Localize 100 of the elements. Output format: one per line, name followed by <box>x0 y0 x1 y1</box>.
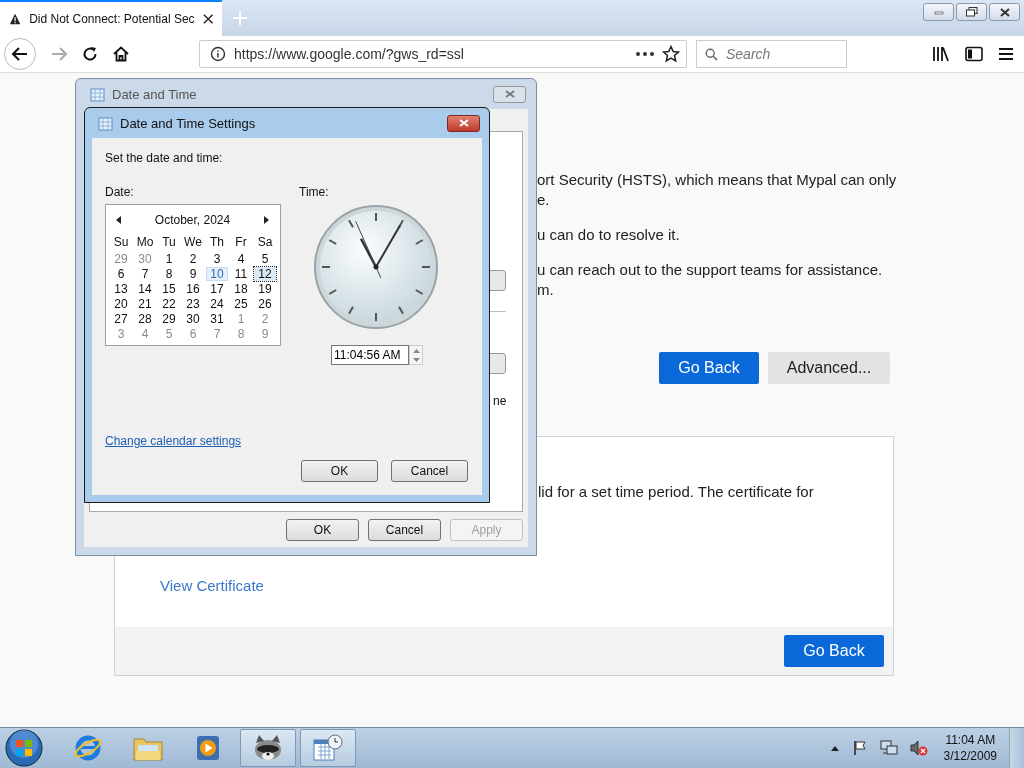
warning-icon <box>9 12 22 26</box>
window-title: Date and Time Settings <box>120 115 256 131</box>
calendar-day[interactable]: 6 <box>182 326 204 341</box>
start-button[interactable] <box>4 728 44 768</box>
change-calendar-settings-link[interactable]: Change calendar settings <box>105 434 242 448</box>
body-text: m. <box>537 280 555 300</box>
raccoon-taskbar-button[interactable] <box>240 729 296 767</box>
calendar-day[interactable]: 26 <box>254 296 276 311</box>
close-icon <box>504 90 515 98</box>
window-title: Date and Time <box>112 86 197 102</box>
calendar-day[interactable]: 5 <box>254 251 276 266</box>
body-text: u can do to resolve it. <box>537 225 681 245</box>
dialog-button[interactable]: Cancel <box>391 460 468 482</box>
calendar-day[interactable]: 2 <box>182 251 204 266</box>
calendar-day[interactable]: 27 <box>110 311 132 326</box>
advanced-button[interactable]: Advanced... <box>768 352 890 384</box>
time-spinner[interactable] <box>409 345 423 365</box>
calendar-day[interactable]: 14 <box>134 281 156 296</box>
restore-icon <box>965 7 978 17</box>
calendar-day[interactable]: 22 <box>158 296 180 311</box>
dialog-button[interactable]: OK <box>301 460 378 482</box>
calendar-taskbar-button[interactable] <box>300 729 356 767</box>
address-bar[interactable]: https://www.google.com/?gws_rd=ssl <box>199 40 687 68</box>
weekday-label: Tu <box>161 235 177 250</box>
calendar-day[interactable]: 13 <box>110 281 132 296</box>
library-icon[interactable] <box>932 46 950 62</box>
time-field[interactable]: 11:04:56 AM <box>331 345 409 365</box>
star-icon[interactable] <box>662 45 680 63</box>
close-button[interactable] <box>989 3 1020 21</box>
back-arrow-icon <box>12 47 28 61</box>
calendar-day[interactable]: 4 <box>134 326 156 341</box>
calendar-day[interactable]: 8 <box>230 326 252 341</box>
globe-icon <box>73 733 103 763</box>
calendar-day[interactable]: 15 <box>158 281 180 296</box>
calendar-day[interactable]: 7 <box>134 266 156 281</box>
calendar-day[interactable]: 30 <box>134 251 156 266</box>
calendar-day[interactable]: 21 <box>134 296 156 311</box>
label-text: ne <box>493 394 507 408</box>
body-text: ort Security (HSTS), which means that Mypal can only <box>537 170 894 190</box>
calendar-day[interactable]: 18 <box>230 281 252 296</box>
calendar-day[interactable]: 3 <box>110 326 132 341</box>
calendar-day[interactable]: 25 <box>230 296 252 311</box>
weekday-label: Mo <box>135 235 155 250</box>
close-icon <box>999 7 1010 17</box>
go-back-button[interactable]: Go Back <box>659 352 759 384</box>
weekday-label: Sa <box>256 235 274 250</box>
calendar-day[interactable]: 24 <box>206 296 228 311</box>
calendar-day[interactable]: 19 <box>254 281 276 296</box>
previous-month-icon[interactable] <box>116 216 122 224</box>
calendar-day[interactable]: 9 <box>254 326 276 341</box>
calendar-day[interactable]: 3 <box>206 251 228 266</box>
sidebar-icon[interactable] <box>965 46 983 62</box>
close-button[interactable] <box>447 114 480 132</box>
calendar-day[interactable]: 12 <box>254 266 276 281</box>
calendar-day[interactable]: 11 <box>230 266 252 281</box>
muted-speaker-icon[interactable] <box>909 740 928 756</box>
calendar-day[interactable]: 29 <box>110 251 132 266</box>
dialog-button[interactable]: OK <box>286 519 359 541</box>
calendar-day[interactable]: 6 <box>110 266 132 281</box>
calendar-day[interactable]: 1 <box>158 251 180 266</box>
calendar-day[interactable]: 4 <box>230 251 252 266</box>
search-input[interactable]: Search <box>724 45 838 63</box>
date-label: Date: <box>105 185 135 199</box>
calendar-day[interactable]: 23 <box>182 296 204 311</box>
calendar-day[interactable]: 20 <box>110 296 132 311</box>
calendar-day[interactable]: 31 <box>206 311 228 326</box>
view-certificate-link[interactable]: View Certificate <box>160 577 264 594</box>
flag-icon[interactable] <box>851 740 868 756</box>
show-hidden-icons-icon[interactable] <box>829 744 840 752</box>
calendar-day[interactable]: 29 <box>158 311 180 326</box>
up-arrow-icon[interactable] <box>412 348 420 353</box>
month-title[interactable]: October, 2024 <box>154 213 231 227</box>
calendar-day[interactable]: 9 <box>182 266 204 281</box>
calendar-day[interactable]: 30 <box>182 311 204 326</box>
calendar-day[interactable]: 17 <box>206 281 228 296</box>
weekday-label: Th <box>209 235 225 250</box>
minimize-icon <box>933 9 944 15</box>
browser-tab[interactable]: Did Not Connect: Potential Sec <box>0 0 222 36</box>
calendar-day[interactable]: 8 <box>158 266 180 281</box>
calendar-day[interactable]: 28 <box>134 311 156 326</box>
dialog-button[interactable]: Cancel <box>368 519 441 541</box>
search-bar[interactable]: Search <box>696 40 847 68</box>
home-icon[interactable] <box>113 46 129 62</box>
restore-button[interactable] <box>956 3 987 21</box>
next-month-icon[interactable] <box>263 216 269 224</box>
calendar-day[interactable]: 10 <box>206 266 228 281</box>
more-icon[interactable] <box>636 52 654 56</box>
network-icon[interactable] <box>879 740 898 756</box>
go-back-button[interactable]: Go Back <box>784 635 884 667</box>
down-arrow-icon[interactable] <box>412 357 420 362</box>
reload-icon[interactable] <box>82 46 98 62</box>
calendar-day[interactable]: 16 <box>182 281 204 296</box>
info-icon[interactable] <box>210 46 226 62</box>
clock-date: 3/12/2009 <box>943 748 997 764</box>
close-icon[interactable] <box>202 13 213 25</box>
taskbar-clock[interactable]: 11:04 AM 3/12/2009 <box>943 732 997 764</box>
body-text: lid for a set time period. The certificate for <box>537 482 815 502</box>
menu-icon[interactable] <box>998 47 1014 61</box>
calendar-day[interactable]: 1 <box>230 311 252 326</box>
body-text: u can reach out to the support teams for assistance. <box>537 260 884 280</box>
